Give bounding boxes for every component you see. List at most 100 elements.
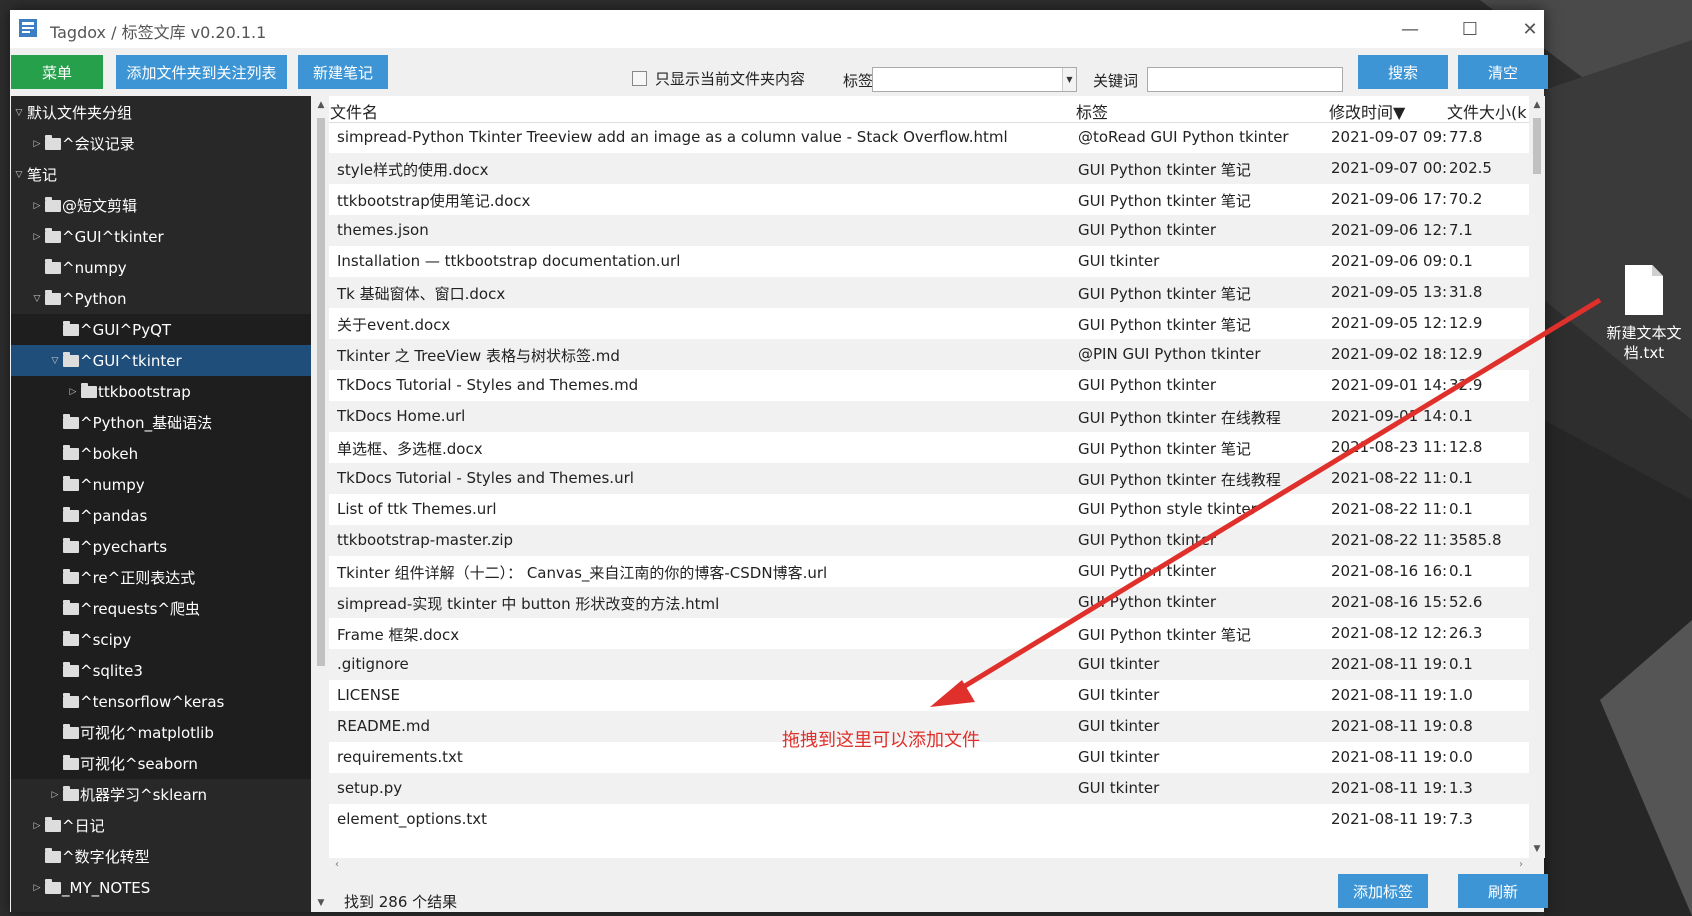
- column-name-header[interactable]: 文件名: [330, 99, 378, 123]
- tree-item[interactable]: ▷ 机器学习^sklearn: [11, 779, 311, 810]
- file-list-scroll-thumb[interactable]: [1533, 118, 1541, 174]
- tree-item[interactable]: ▷ ttkbootstrap: [11, 376, 311, 407]
- table-row[interactable]: LICENSE GUI tkinter 2021-08-11 19: 1.0: [329, 680, 1529, 711]
- tree-item[interactable]: ^tensorflow^keras: [11, 686, 311, 717]
- table-row[interactable]: themes.json GUI Python tkinter 2021-09-06 …: [329, 215, 1529, 246]
- tree-item[interactable]: ^bokeh: [11, 438, 311, 469]
- keyword-input[interactable]: [1147, 67, 1343, 92]
- scroll-down-icon[interactable]: ▼: [313, 898, 329, 908]
- tree-item[interactable]: ^numpy: [11, 252, 311, 283]
- tree-item[interactable]: ^数字化转型: [11, 841, 311, 872]
- only-current-folder-option[interactable]: 只显示当前文件夹内容: [632, 68, 805, 89]
- tree-item[interactable]: 可视化^matplotlib: [11, 717, 311, 748]
- tree-item[interactable]: ▷ @短文剪辑: [11, 190, 311, 221]
- search-button[interactable]: 搜索: [1358, 55, 1448, 89]
- table-row[interactable]: TkDocs Home.url GUI Python tkinter 在线教程 20…: [329, 401, 1529, 432]
- expand-open-icon[interactable]: ▽: [31, 294, 43, 304]
- cell-tags: GUI Python tkinter 笔记: [1078, 440, 1251, 458]
- horizontal-scrollbar[interactable]: ‹ ›: [329, 858, 1529, 874]
- table-row[interactable]: element_options.txt 2021-08-11 19: 7.3: [329, 804, 1529, 835]
- tree-item[interactable]: ▷ _MY_NOTES: [11, 872, 311, 903]
- expand-open-icon[interactable]: ▽: [13, 108, 25, 118]
- table-row[interactable]: .gitignore GUI tkinter 2021-08-11 19: 0.1: [329, 649, 1529, 680]
- tree-item[interactable]: ^pyecharts: [11, 531, 311, 562]
- table-row[interactable]: ttkbootstrap-master.zip GUI Python tkinte…: [329, 525, 1529, 556]
- chevron-down-icon[interactable]: ▼: [1062, 68, 1076, 91]
- tree-item[interactable]: ▽ ^GUI^tkinter: [11, 345, 311, 376]
- scroll-up-icon[interactable]: ▲: [1529, 100, 1545, 110]
- desktop-file[interactable]: 新建文本文 档.txt: [1602, 265, 1686, 363]
- cell-tags: GUI Python tkinter 笔记: [1078, 161, 1251, 179]
- table-row[interactable]: style样式的使用.docx GUI Python tkinter 笔记 2021…: [329, 153, 1529, 184]
- tree-item[interactable]: ^pandas: [11, 500, 311, 531]
- column-tags-header[interactable]: 标签: [1076, 99, 1108, 123]
- maximize-button[interactable]: ☐: [1440, 10, 1500, 48]
- table-row[interactable]: 单选框、多选框.docx GUI Python tkinter 笔记 2021-08…: [329, 432, 1529, 463]
- folder-tree[interactable]: ▽ 默认文件夹分组 ▷ ^会议记录 ▽ 笔记 ▷ @短文剪辑 ▷ ^GUI^tkinter ^num…: [11, 96, 311, 912]
- table-row[interactable]: Tkinter 组件详解（十二）： Canvas_来自江南的你的博客-CSDN博…: [329, 556, 1529, 587]
- table-row[interactable]: simpread-实现 tkinter 中 button 形状改变的方法.htm…: [329, 587, 1529, 618]
- table-row[interactable]: Tkinter 之 TreeView 表格与树状标签.md @PIN GUI Py…: [329, 339, 1529, 370]
- title-bar[interactable]: Tagdox / 标签文库 v0.20.1.1 — ☐ ✕: [10, 10, 1544, 48]
- expand-closed-icon[interactable]: ▷: [49, 790, 61, 800]
- add-tag-button[interactable]: 添加标签: [1338, 874, 1428, 908]
- table-row[interactable]: TkDocs Tutorial - Styles and Themes.md GU…: [329, 370, 1529, 401]
- column-size-header[interactable]: 文件大小(k: [1447, 99, 1527, 123]
- expand-open-icon[interactable]: ▽: [49, 356, 61, 366]
- tree-item[interactable]: ▷ ^日记: [11, 810, 311, 841]
- cell-tags: GUI Python tkinter: [1078, 531, 1217, 549]
- table-row[interactable]: TkDocs Tutorial - Styles and Themes.url G…: [329, 463, 1529, 494]
- expand-open-icon[interactable]: ▽: [13, 170, 25, 180]
- column-modified-header[interactable]: 修改时间▼: [1329, 99, 1405, 123]
- tree-item-label: ^tensorflow^keras: [80, 692, 225, 711]
- table-row[interactable]: Frame 框架.docx GUI Python tkinter 笔记 2021-0…: [329, 618, 1529, 649]
- tree-item[interactable]: ^Python_基础语法: [11, 407, 311, 438]
- table-row[interactable]: ttkbootstrap使用笔记.docx GUI Python tkinter …: [329, 184, 1529, 215]
- tree-item[interactable]: ▷ ^GUI^tkinter: [11, 221, 311, 252]
- expand-closed-icon[interactable]: ▷: [31, 201, 43, 211]
- tree-item[interactable]: ▽ ^Python: [11, 283, 311, 314]
- folder-icon: [63, 444, 79, 460]
- tree-item[interactable]: 可视化^seaborn: [11, 748, 311, 779]
- tree-item[interactable]: ^re^正则表达式: [11, 562, 311, 593]
- scroll-right-icon[interactable]: ›: [1519, 859, 1523, 870]
- tree-item[interactable]: ^scipy: [11, 624, 311, 655]
- table-row[interactable]: setup.py GUI tkinter 2021-08-11 19: 1.3: [329, 773, 1529, 804]
- tree-scrollbar[interactable]: ▲ ▼: [313, 96, 329, 912]
- cell-modified: 2021-08-11 19:: [1331, 810, 1448, 828]
- tree-item[interactable]: ^numpy: [11, 469, 311, 500]
- only-current-folder-checkbox[interactable]: [632, 71, 647, 86]
- tree-item[interactable]: ▷ ^会议记录: [11, 128, 311, 159]
- scroll-up-icon[interactable]: ▲: [313, 100, 329, 110]
- table-row[interactable]: Tk 基础窗体、窗口.docx GUI Python tkinter 笔记 2021…: [329, 277, 1529, 308]
- expand-closed-icon[interactable]: ▷: [31, 883, 43, 893]
- folder-icon: [63, 630, 79, 646]
- expand-closed-icon[interactable]: ▷: [31, 232, 43, 242]
- refresh-button[interactable]: 刷新: [1458, 874, 1548, 908]
- tree-item[interactable]: ^requests^爬虫: [11, 593, 311, 624]
- table-row[interactable]: List of ttk Themes.url GUI Python style t…: [329, 494, 1529, 525]
- table-row[interactable]: simpread-Python Tkinter Treeview add an …: [329, 122, 1529, 153]
- clear-button[interactable]: 清空: [1458, 55, 1548, 89]
- tree-item[interactable]: ▽ 笔记: [11, 159, 311, 190]
- tree-item[interactable]: ^GUI^PyQT: [11, 314, 311, 345]
- tag-combobox[interactable]: ▼: [872, 67, 1077, 92]
- expand-closed-icon[interactable]: ▷: [31, 821, 43, 831]
- scroll-left-icon[interactable]: ‹: [335, 859, 339, 870]
- tree-scroll-thumb[interactable]: [317, 118, 325, 666]
- tree-item[interactable]: ^sqlite3: [11, 655, 311, 686]
- new-note-button[interactable]: 新建笔记: [298, 55, 388, 89]
- table-row[interactable]: 关于event.docx GUI Python tkinter 笔记 2021-09…: [329, 308, 1529, 339]
- expand-closed-icon[interactable]: ▷: [67, 387, 79, 397]
- menu-button[interactable]: 菜单: [11, 55, 103, 89]
- add-folder-button[interactable]: 添加文件夹到关注列表: [116, 55, 287, 89]
- file-list-scrollbar[interactable]: ▲ ▼: [1529, 96, 1545, 858]
- scroll-down-icon[interactable]: ▼: [1529, 844, 1545, 854]
- tree-item-label: 笔记: [27, 166, 58, 184]
- minimize-button[interactable]: —: [1380, 10, 1440, 48]
- table-row[interactable]: Installation — ttkbootstrap documentatio…: [329, 246, 1529, 277]
- tree-item[interactable]: ▽ 默认文件夹分组: [11, 97, 311, 128]
- expand-closed-icon[interactable]: ▷: [31, 139, 43, 149]
- cell-tags: GUI tkinter: [1078, 686, 1160, 704]
- close-button[interactable]: ✕: [1500, 10, 1560, 48]
